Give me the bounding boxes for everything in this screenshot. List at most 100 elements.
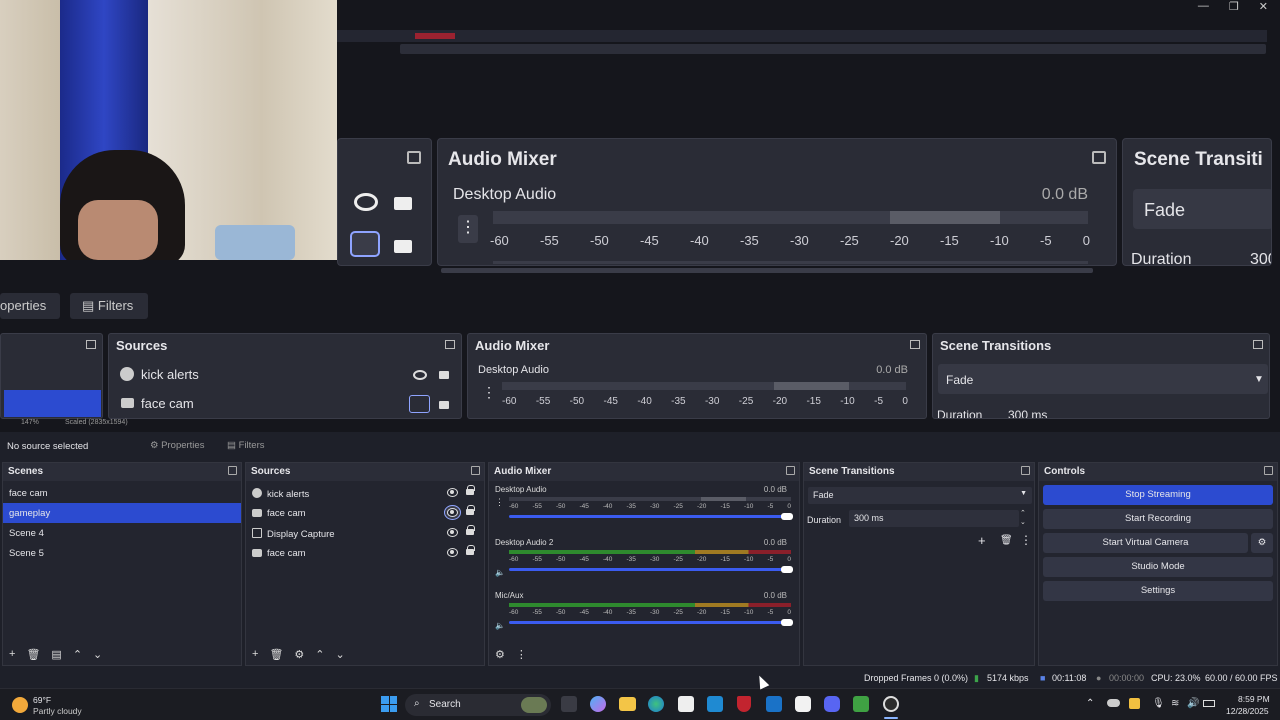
eye-icon[interactable] xyxy=(350,231,380,257)
duration-input[interactable]: 300 ms xyxy=(849,510,1019,527)
lock-icon[interactable] xyxy=(466,485,475,495)
up-icon[interactable]: ⌃ xyxy=(73,648,82,661)
trash-icon[interactable]: 🗑 xyxy=(26,648,40,661)
lock-icon[interactable] xyxy=(466,505,475,515)
big-scrollbar[interactable] xyxy=(441,268,1093,273)
eye-icon[interactable] xyxy=(447,488,458,497)
kebab-icon[interactable]: ⋮ xyxy=(482,384,496,401)
clock-date[interactable]: 12/28/2025 xyxy=(1226,706,1269,716)
dock-icon[interactable] xyxy=(1264,466,1273,475)
dock-icon[interactable] xyxy=(1253,340,1263,349)
scene-item[interactable]: Scene 5 xyxy=(3,543,241,563)
trash-icon[interactable]: 🗑 xyxy=(1000,535,1013,546)
big-slider[interactable] xyxy=(493,261,1088,264)
slider-knob[interactable] xyxy=(781,619,793,626)
dock-icon[interactable] xyxy=(786,466,795,475)
eye-icon[interactable] xyxy=(354,193,378,211)
volume-icon[interactable]: 🔈 xyxy=(495,601,509,630)
mixer-settings-icon[interactable]: ⚙ xyxy=(495,648,505,661)
duration-stepper[interactable]: ⌃ ⌄ xyxy=(1020,509,1026,527)
onedrive-icon[interactable] xyxy=(1107,699,1120,707)
eye-icon[interactable] xyxy=(447,548,458,557)
lock-icon[interactable] xyxy=(394,197,412,210)
mid-transition-select[interactable] xyxy=(938,364,1268,394)
mid-selected-scene[interactable] xyxy=(4,390,101,417)
start-recording-button[interactable]: Start Recording xyxy=(1043,509,1273,529)
down-icon[interactable]: ⌄ xyxy=(336,648,345,661)
tray-chevron-icon[interactable]: ⌃ xyxy=(1086,698,1094,709)
dock-icon[interactable] xyxy=(407,151,421,164)
clock-time[interactable]: 8:59 PM xyxy=(1238,694,1270,704)
lock-icon[interactable] xyxy=(394,240,412,253)
studio-mode-button[interactable]: Studio Mode xyxy=(1043,557,1273,577)
dock-icon[interactable] xyxy=(1021,466,1030,475)
slider-knob[interactable] xyxy=(781,513,793,520)
mid-source-kick-alerts[interactable]: kick alerts xyxy=(141,367,199,382)
xbox-icon[interactable] xyxy=(853,696,869,712)
antivirus-icon[interactable] xyxy=(737,696,751,712)
battery-icon[interactable] xyxy=(1203,700,1215,707)
stop-streaming-button[interactable]: Stop Streaming xyxy=(1043,485,1273,505)
dock-icon[interactable] xyxy=(910,340,920,349)
store-icon[interactable] xyxy=(678,696,694,712)
volume-slider[interactable] xyxy=(509,566,793,573)
source-item[interactable]: Display Capture xyxy=(246,523,484,543)
add-icon[interactable]: + xyxy=(252,648,258,660)
volume-slider[interactable] xyxy=(509,619,793,626)
lock-icon[interactable] xyxy=(466,525,475,535)
dock-icon[interactable] xyxy=(471,466,480,475)
kebab-icon[interactable]: ⋮ xyxy=(516,648,527,661)
discord-icon[interactable] xyxy=(824,696,840,712)
scene-item[interactable]: gameplay xyxy=(3,503,241,523)
gear-icon[interactable]: ⚙ xyxy=(294,648,304,661)
mid-tab-filters[interactable]: ▤ Filters xyxy=(70,293,148,319)
tray-app-icon[interactable] xyxy=(1129,698,1140,709)
lock-icon[interactable] xyxy=(439,371,449,379)
volume-slider[interactable] xyxy=(509,513,793,520)
kebab-icon[interactable]: ⋮ xyxy=(495,495,509,508)
mic-icon[interactable]: 🎙 xyxy=(1152,698,1165,709)
scene-item[interactable]: face cam xyxy=(3,483,241,503)
add-icon[interactable]: + xyxy=(9,648,15,660)
maximize-icon[interactable]: ❐ xyxy=(1229,0,1239,14)
down-icon[interactable]: ⌄ xyxy=(93,648,102,661)
start-virtual-camera-button[interactable]: Start Virtual Camera xyxy=(1043,533,1248,553)
kebab-icon[interactable]: ⋮ xyxy=(1020,533,1032,547)
copilot-icon[interactable] xyxy=(590,696,606,712)
up-icon[interactable]: ⌃ xyxy=(315,648,324,661)
properties-button[interactable]: ⚙ Properties xyxy=(150,440,204,451)
filter-icon[interactable]: ▤ xyxy=(51,648,61,661)
settings-button[interactable]: Settings xyxy=(1043,581,1273,601)
mid-tab-properties[interactable]: operties xyxy=(0,293,60,319)
dock-icon[interactable] xyxy=(86,340,96,349)
eye-icon[interactable] xyxy=(409,395,430,413)
wifi-icon[interactable]: ≋ xyxy=(1171,698,1179,709)
transition-select[interactable]: Fade ▼ xyxy=(808,487,1032,504)
volume-icon[interactable]: 🔈 xyxy=(495,548,509,577)
file-explorer-icon[interactable] xyxy=(619,697,636,711)
kebab-icon[interactable]: ⋮ xyxy=(458,215,478,243)
taskbar-search[interactable]: ⌕ Search xyxy=(405,694,551,716)
mid-source-face-cam[interactable]: face cam xyxy=(141,396,194,411)
slider-knob[interactable] xyxy=(781,566,793,573)
eye-icon[interactable] xyxy=(413,370,427,380)
eye-icon[interactable] xyxy=(447,528,458,537)
source-item[interactable]: face cam xyxy=(246,543,484,563)
minimize-icon[interactable]: — xyxy=(1198,0,1209,14)
trash-icon[interactable]: 🗑 xyxy=(269,648,283,661)
source-item[interactable]: face cam xyxy=(246,503,484,523)
close-icon[interactable]: ✕ xyxy=(1259,0,1268,14)
virtual-camera-settings-icon[interactable]: ⚙ xyxy=(1251,533,1273,553)
edge-icon[interactable] xyxy=(648,696,664,712)
obs-icon[interactable] xyxy=(883,696,899,712)
outlook-icon[interactable] xyxy=(766,696,782,712)
filters-button[interactable]: ▤ Filters xyxy=(227,440,265,451)
dock-icon[interactable] xyxy=(445,340,455,349)
scene-item[interactable]: Scene 4 xyxy=(3,523,241,543)
mail-icon[interactable] xyxy=(795,696,811,712)
preview-canvas[interactable]: — ❐ ✕ Audio Mixer Desktop Audio 0.0 dB ⋮… xyxy=(0,0,1280,432)
volume-icon[interactable]: 🔊 xyxy=(1187,698,1199,709)
task-view-icon[interactable] xyxy=(561,696,577,712)
windows-start-icon[interactable] xyxy=(381,696,397,712)
eye-icon[interactable] xyxy=(447,508,458,517)
